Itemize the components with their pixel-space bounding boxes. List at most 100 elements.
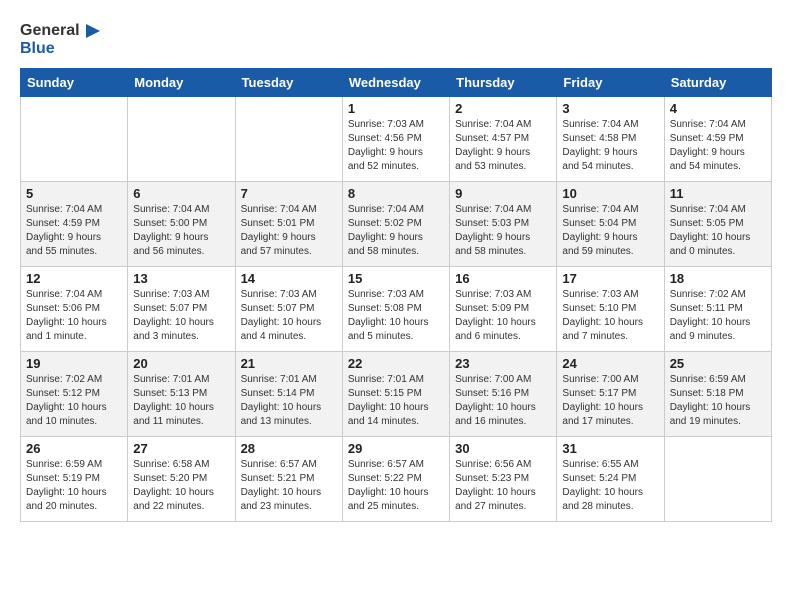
day-detail: Sunrise: 6:56 AM Sunset: 5:23 PM Dayligh… xyxy=(455,458,551,514)
day-detail: Sunrise: 7:04 AM Sunset: 5:06 PM Dayligh… xyxy=(26,288,122,344)
calendar-cell: 9 Sunrise: 7:04 AM Sunset: 5:03 PM Daylig… xyxy=(450,181,557,266)
day-number: 1 xyxy=(348,101,444,116)
day-number: 22 xyxy=(348,356,444,371)
header-day-thursday: Thursday xyxy=(450,68,557,96)
week-row-4: 26 Sunrise: 6:59 AM Sunset: 5:19 PM Dayli… xyxy=(21,436,772,521)
calendar-cell: 23Sunrise: 7:00 AM Sunset: 5:16 PM Dayli… xyxy=(450,351,557,436)
day-number: 9 xyxy=(455,186,551,201)
day-detail: Sunrise: 7:04 AM Sunset: 5:03 PM Dayligh… xyxy=(455,203,551,259)
day-number: 25 xyxy=(670,356,766,371)
logo-icon xyxy=(82,20,104,42)
day-number: 11 xyxy=(670,186,766,201)
day-detail: Sunrise: 7:01 AM Sunset: 5:15 PM Dayligh… xyxy=(348,373,444,429)
day-number: 4 xyxy=(670,101,766,116)
day-detail: Sunrise: 7:03 AM Sunset: 5:07 PM Dayligh… xyxy=(133,288,229,344)
day-detail: Sunrise: 6:59 AM Sunset: 5:18 PM Dayligh… xyxy=(670,373,766,429)
day-number: 16 xyxy=(455,271,551,286)
day-detail: Sunrise: 7:04 AM Sunset: 5:02 PM Dayligh… xyxy=(348,203,444,259)
calendar-cell: 30 Sunrise: 6:56 AM Sunset: 5:23 PM Dayli… xyxy=(450,436,557,521)
calendar-cell xyxy=(664,436,771,521)
day-detail: Sunrise: 7:04 AM Sunset: 5:05 PM Dayligh… xyxy=(670,203,766,259)
day-number: 21 xyxy=(241,356,337,371)
day-detail: Sunrise: 7:04 AM Sunset: 4:58 PM Dayligh… xyxy=(562,118,658,174)
calendar-cell xyxy=(21,96,128,181)
calendar-cell: 28Sunrise: 6:57 AM Sunset: 5:21 PM Dayli… xyxy=(235,436,342,521)
day-number: 14 xyxy=(241,271,337,286)
calendar-table: SundayMondayTuesdayWednesdayThursdayFrid… xyxy=(20,68,772,522)
day-number: 30 xyxy=(455,441,551,456)
day-number: 26 xyxy=(26,441,122,456)
calendar-cell: 20 Sunrise: 7:01 AM Sunset: 5:13 PM Dayli… xyxy=(128,351,235,436)
day-detail: Sunrise: 7:00 AM Sunset: 5:17 PM Dayligh… xyxy=(562,373,658,429)
day-detail: Sunrise: 7:02 AM Sunset: 5:12 PM Dayligh… xyxy=(26,373,122,429)
calendar-cell: 22 Sunrise: 7:01 AM Sunset: 5:15 PM Dayli… xyxy=(342,351,449,436)
day-detail: Sunrise: 6:59 AM Sunset: 5:19 PM Dayligh… xyxy=(26,458,122,514)
calendar-cell: 13 Sunrise: 7:03 AM Sunset: 5:07 PM Dayli… xyxy=(128,266,235,351)
day-detail: Sunrise: 7:04 AM Sunset: 4:59 PM Dayligh… xyxy=(670,118,766,174)
week-row-3: 19 Sunrise: 7:02 AM Sunset: 5:12 PM Dayli… xyxy=(21,351,772,436)
week-row-2: 12Sunrise: 7:04 AM Sunset: 5:06 PM Dayli… xyxy=(21,266,772,351)
header-day-saturday: Saturday xyxy=(664,68,771,96)
day-number: 3 xyxy=(562,101,658,116)
logo: General Blue xyxy=(20,20,104,58)
day-detail: Sunrise: 7:03 AM Sunset: 4:56 PM Dayligh… xyxy=(348,118,444,174)
calendar-cell xyxy=(128,96,235,181)
calendar-cell: 18Sunrise: 7:02 AM Sunset: 5:11 PM Dayli… xyxy=(664,266,771,351)
day-number: 19 xyxy=(26,356,122,371)
day-detail: Sunrise: 7:03 AM Sunset: 5:09 PM Dayligh… xyxy=(455,288,551,344)
calendar-cell: 6 Sunrise: 7:04 AM Sunset: 5:00 PM Daylig… xyxy=(128,181,235,266)
day-detail: Sunrise: 7:03 AM Sunset: 5:10 PM Dayligh… xyxy=(562,288,658,344)
calendar-cell: 25 Sunrise: 6:59 AM Sunset: 5:18 PM Dayli… xyxy=(664,351,771,436)
header-day-monday: Monday xyxy=(128,68,235,96)
day-number: 6 xyxy=(133,186,229,201)
day-number: 31 xyxy=(562,441,658,456)
logo-general: General xyxy=(20,22,80,40)
calendar-cell: 14 Sunrise: 7:03 AM Sunset: 5:07 PM Dayli… xyxy=(235,266,342,351)
calendar-cell: 29Sunrise: 6:57 AM Sunset: 5:22 PM Dayli… xyxy=(342,436,449,521)
calendar-cell: 17 Sunrise: 7:03 AM Sunset: 5:10 PM Dayli… xyxy=(557,266,664,351)
header-day-tuesday: Tuesday xyxy=(235,68,342,96)
day-detail: Sunrise: 7:00 AM Sunset: 5:16 PM Dayligh… xyxy=(455,373,551,429)
day-detail: Sunrise: 6:58 AM Sunset: 5:20 PM Dayligh… xyxy=(133,458,229,514)
day-detail: Sunrise: 7:04 AM Sunset: 5:04 PM Dayligh… xyxy=(562,203,658,259)
calendar-cell xyxy=(235,96,342,181)
calendar-cell: 24 Sunrise: 7:00 AM Sunset: 5:17 PM Dayli… xyxy=(557,351,664,436)
day-number: 5 xyxy=(26,186,122,201)
header-day-sunday: Sunday xyxy=(21,68,128,96)
calendar-cell: 5 Sunrise: 7:04 AM Sunset: 4:59 PM Daylig… xyxy=(21,181,128,266)
calendar-cell: 3 Sunrise: 7:04 AM Sunset: 4:58 PM Daylig… xyxy=(557,96,664,181)
day-number: 27 xyxy=(133,441,229,456)
calendar-cell: 2 Sunrise: 7:04 AM Sunset: 4:57 PM Daylig… xyxy=(450,96,557,181)
day-number: 18 xyxy=(670,271,766,286)
day-number: 24 xyxy=(562,356,658,371)
calendar-cell: 27 Sunrise: 6:58 AM Sunset: 5:20 PM Dayli… xyxy=(128,436,235,521)
week-row-1: 5 Sunrise: 7:04 AM Sunset: 4:59 PM Daylig… xyxy=(21,181,772,266)
calendar-cell: 11 Sunrise: 7:04 AM Sunset: 5:05 PM Dayli… xyxy=(664,181,771,266)
calendar-cell: 31 Sunrise: 6:55 AM Sunset: 5:24 PM Dayli… xyxy=(557,436,664,521)
day-number: 28 xyxy=(241,441,337,456)
day-detail: Sunrise: 7:03 AM Sunset: 5:07 PM Dayligh… xyxy=(241,288,337,344)
day-detail: Sunrise: 6:55 AM Sunset: 5:24 PM Dayligh… xyxy=(562,458,658,514)
calendar-cell: 4 Sunrise: 7:04 AM Sunset: 4:59 PM Daylig… xyxy=(664,96,771,181)
calendar-cell: 10 Sunrise: 7:04 AM Sunset: 5:04 PM Dayli… xyxy=(557,181,664,266)
day-detail: Sunrise: 7:04 AM Sunset: 4:57 PM Dayligh… xyxy=(455,118,551,174)
day-number: 8 xyxy=(348,186,444,201)
day-number: 13 xyxy=(133,271,229,286)
logo-blue: Blue xyxy=(20,40,104,58)
calendar-cell: 26 Sunrise: 6:59 AM Sunset: 5:19 PM Dayli… xyxy=(21,436,128,521)
calendar-cell: 16 Sunrise: 7:03 AM Sunset: 5:09 PM Dayli… xyxy=(450,266,557,351)
calendar-cell: 12Sunrise: 7:04 AM Sunset: 5:06 PM Dayli… xyxy=(21,266,128,351)
day-number: 10 xyxy=(562,186,658,201)
day-detail: Sunrise: 7:01 AM Sunset: 5:13 PM Dayligh… xyxy=(133,373,229,429)
day-number: 17 xyxy=(562,271,658,286)
calendar-cell: 7Sunrise: 7:04 AM Sunset: 5:01 PM Daylig… xyxy=(235,181,342,266)
day-number: 20 xyxy=(133,356,229,371)
calendar-header-row: SundayMondayTuesdayWednesdayThursdayFrid… xyxy=(21,68,772,96)
day-detail: Sunrise: 7:04 AM Sunset: 5:00 PM Dayligh… xyxy=(133,203,229,259)
day-number: 2 xyxy=(455,101,551,116)
day-detail: Sunrise: 7:04 AM Sunset: 4:59 PM Dayligh… xyxy=(26,203,122,259)
calendar-cell: 15Sunrise: 7:03 AM Sunset: 5:08 PM Dayli… xyxy=(342,266,449,351)
day-number: 7 xyxy=(241,186,337,201)
day-number: 15 xyxy=(348,271,444,286)
calendar-cell: 21Sunrise: 7:01 AM Sunset: 5:14 PM Dayli… xyxy=(235,351,342,436)
